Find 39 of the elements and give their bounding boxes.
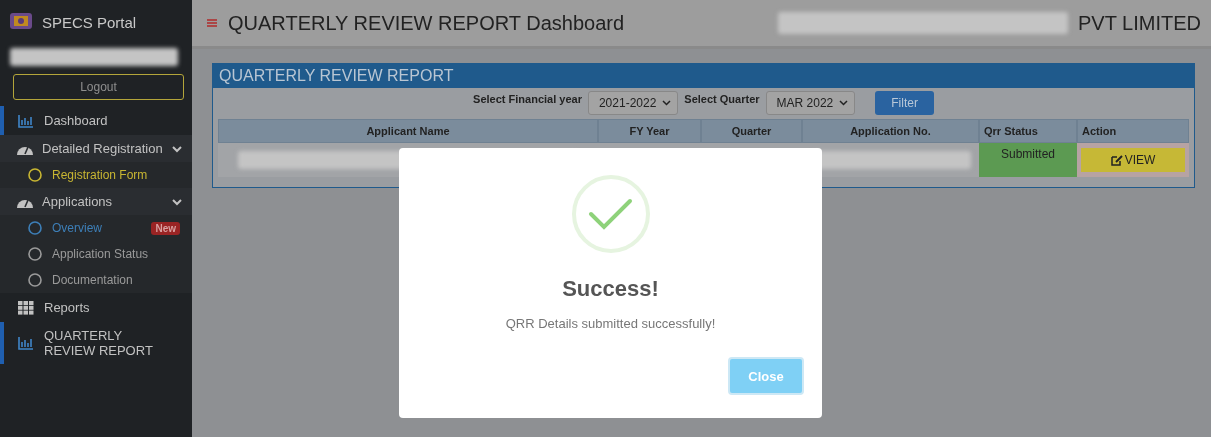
bar-chart-icon (18, 113, 34, 128)
bar-chart-icon (18, 336, 34, 350)
sidebar-subitem[interactable]: Overview New (0, 215, 192, 241)
sidebar-item[interactable]: QUARTERLY REVIEW REPORT (0, 322, 192, 364)
chevron-icon (172, 144, 182, 153)
brand-name: SPECS Portal (42, 13, 137, 31)
menu-icon[interactable] (206, 17, 218, 29)
column-header: Quarter (701, 119, 802, 143)
filter-label: Select Quarter (684, 92, 760, 105)
grid-icon (18, 300, 34, 315)
chevron-icon (662, 100, 672, 106)
column-header: Action (1077, 119, 1189, 143)
column-header: FY Year (598, 119, 701, 143)
filter-label: Select Financial year (473, 92, 582, 105)
sidebar-subitem[interactable]: Application Status (0, 241, 192, 267)
view-button[interactable]: VIEW (1081, 148, 1185, 172)
edit-icon (1110, 154, 1123, 166)
sidebar-group[interactable]: Applications (0, 188, 192, 215)
column-header: Applicant Name (218, 119, 598, 143)
panel-title: QUARTERLY REVIEW REPORT (213, 64, 1194, 88)
select-field[interactable]: MAR 2022 (765, 91, 856, 115)
dialog-message: QRR Details submitted successfully! (505, 316, 716, 331)
chevron-icon (172, 197, 182, 206)
select-field[interactable]: 2021-2022 (587, 91, 679, 115)
page-title: QUARTERLY REVIEW REPORT Dashboard (228, 11, 625, 35)
sidebar-subitem[interactable]: Registration Form (0, 162, 192, 188)
chevron-icon (839, 100, 849, 106)
sidebar-item[interactable]: Reports (0, 293, 192, 322)
logout-button[interactable]: Logout (13, 74, 184, 100)
dialog-title: Success! (562, 276, 659, 302)
column-header: Application No. (802, 119, 979, 143)
check-circle-icon (570, 174, 651, 254)
company-name: PVT LIMITED (1078, 11, 1201, 35)
table-cell: Submitted (979, 143, 1077, 177)
filter-button[interactable]: Filter (875, 91, 934, 115)
sidebar-group[interactable]: Detailed Registration (0, 135, 192, 162)
column-header: Qrr Status (979, 119, 1077, 143)
new-badge: New (151, 221, 180, 235)
sidebar-subitem[interactable]: Documentation (0, 267, 192, 293)
